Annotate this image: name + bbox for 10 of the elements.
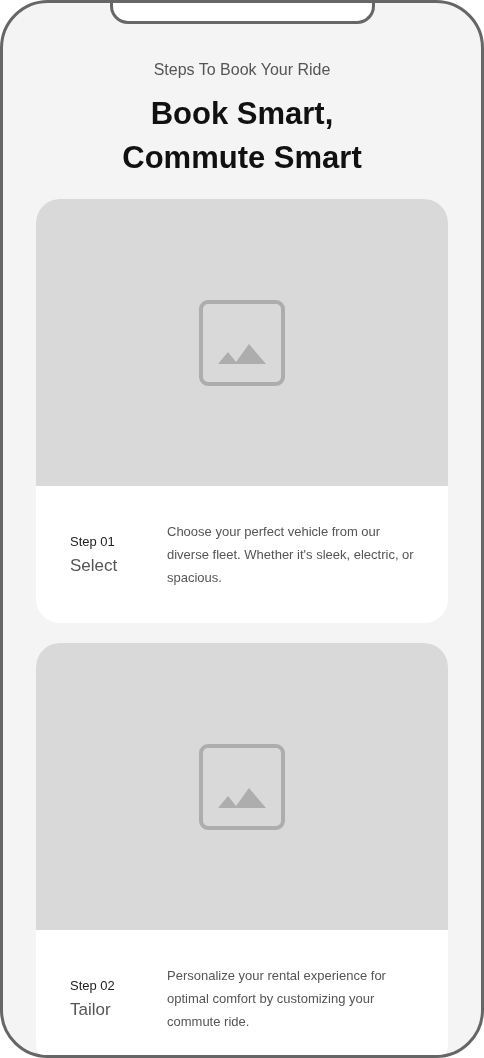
image-placeholder-icon — [199, 743, 285, 830]
step-name: Tailor — [70, 998, 112, 1021]
step-number: Step 01 — [70, 532, 116, 551]
step-number: Step 02 — [70, 976, 116, 995]
step-description: Choose your perfect vehicle from our diverse fleet. Whether it's sleek, electric, or spacious. — [167, 523, 415, 587]
section-title: Book Smart, Commute Smart — [122, 95, 362, 177]
step-description: Personalize your rental experience for optimal comfort by customizing your commute ride. — [167, 967, 387, 1031]
section-eyebrow: Steps To Book Your Ride — [153, 60, 331, 80]
image-placeholder-icon — [199, 299, 285, 386]
step-name: Select — [70, 554, 119, 577]
